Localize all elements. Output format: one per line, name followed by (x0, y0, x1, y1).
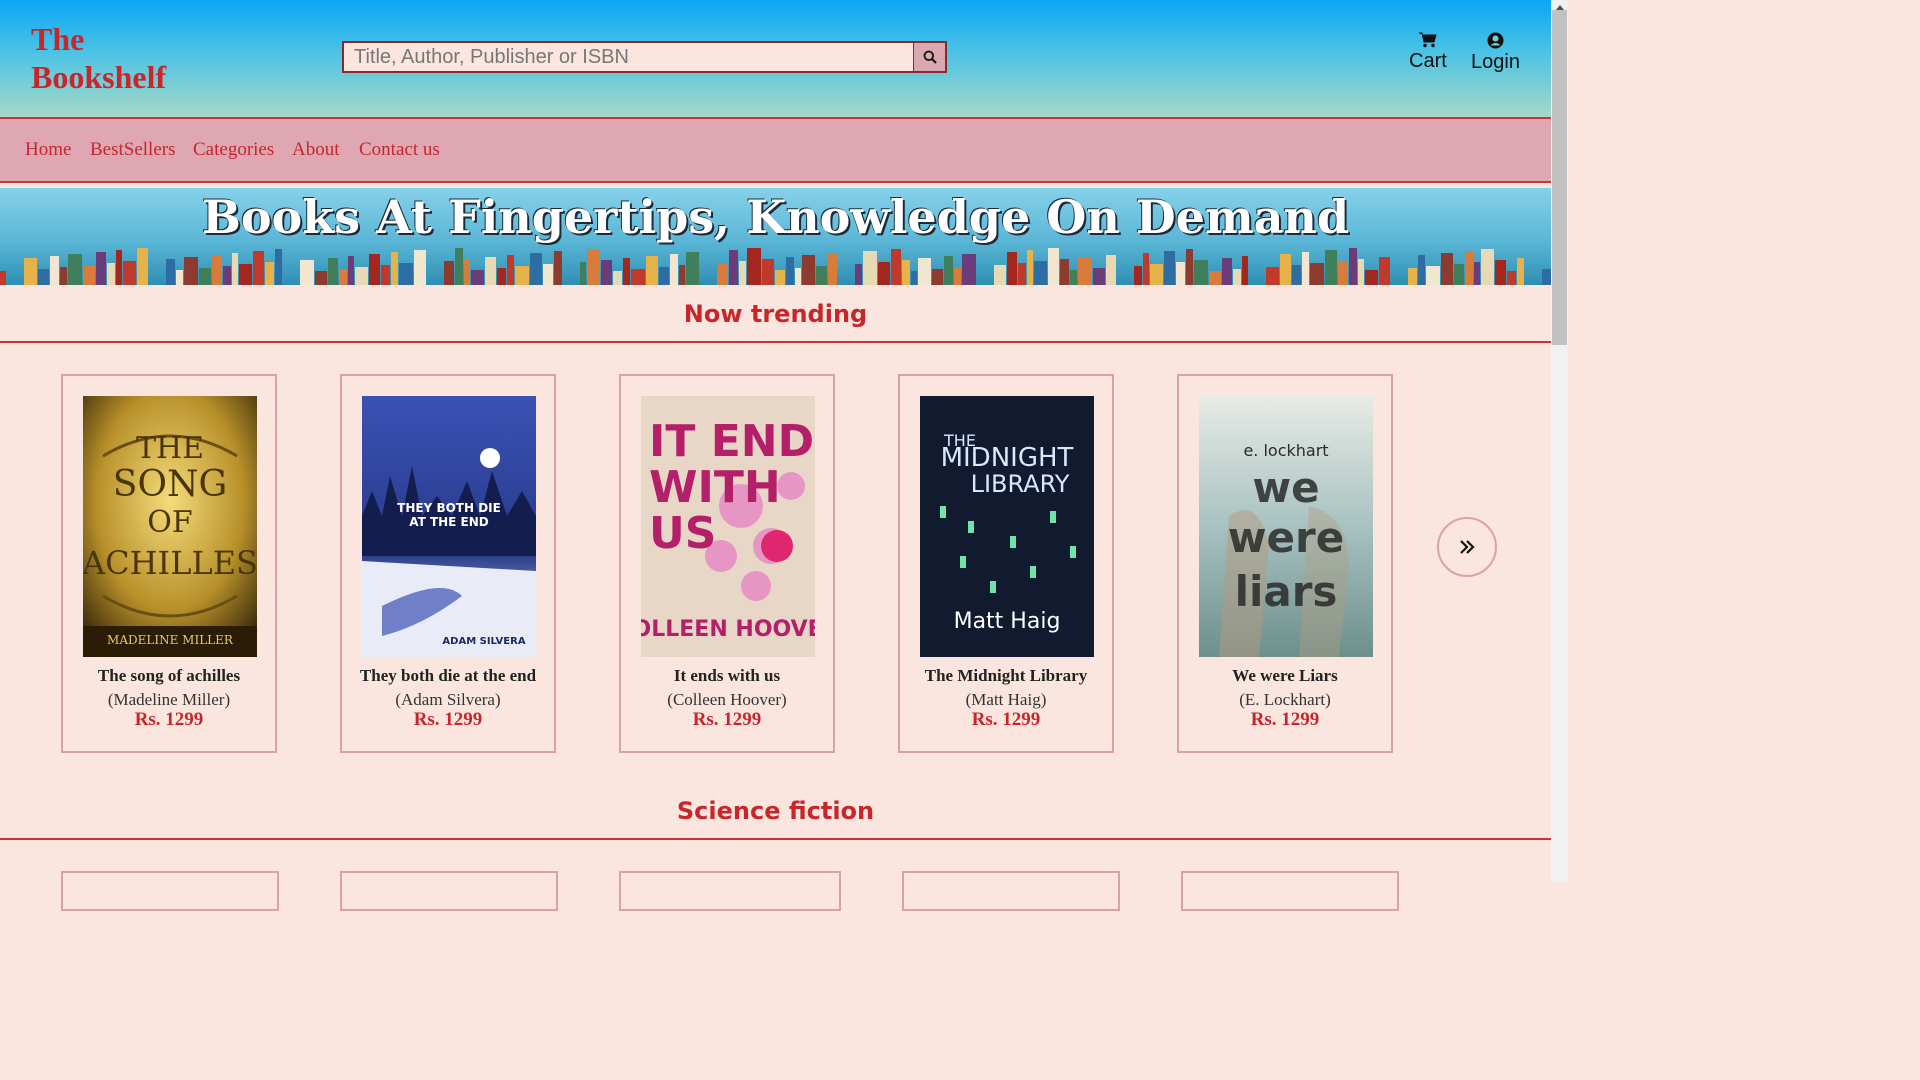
section-divider (0, 838, 1551, 840)
search-input[interactable] (344, 43, 916, 71)
section-divider (0, 341, 1551, 343)
book-author: (Colleen Hoover) (667, 690, 787, 709)
section-title-trending: Now trending (683, 300, 868, 328)
svg-text:IT ENDS: IT ENDS (649, 416, 815, 467)
cover-text: THE (136, 431, 204, 466)
svg-text:THEY BOTH DIE: THEY BOTH DIE (397, 501, 501, 515)
book-price: Rs. 1299 (413, 709, 483, 730)
book-card[interactable]: IT ENDS WITH US COLLEEN HOOVER It ends w… (619, 374, 835, 753)
carousel-next-button[interactable] (1437, 517, 1497, 577)
svg-text:MADELINE MILLER: MADELINE MILLER (107, 633, 234, 647)
banner-title: Books At Fingertips, Knowledge On Demand (201, 190, 1350, 244)
svg-text:OF: OF (147, 505, 192, 540)
book-price: Rs. 1299 (971, 709, 1041, 730)
book-price: Rs. 1299 (134, 709, 204, 730)
double-chevron-right-icon (1460, 540, 1475, 554)
search-icon (923, 50, 937, 64)
book-card[interactable]: THE MIDNIGHT LIBRARY Matt Haig The Midni… (898, 374, 1114, 753)
scrollbar-thumb[interactable] (1552, 10, 1567, 345)
nav-item-home[interactable]: Home (25, 139, 71, 161)
book-author: (Matt Haig) (965, 690, 1047, 709)
user-icon (1487, 32, 1504, 49)
book-author: (E. Lockhart) (1239, 690, 1331, 709)
svg-text:ACHILLES: ACHILLES (83, 544, 257, 582)
book-title[interactable]: We were Liars (1179, 666, 1391, 686)
book-card[interactable]: e. lockhart we were liars We were Liars … (1177, 374, 1393, 753)
book-card[interactable] (619, 871, 841, 911)
book-cover[interactable]: THE SONG OF ACHILLES MADELINE MILLER (83, 396, 257, 657)
svg-text:AT THE END: AT THE END (409, 515, 489, 529)
svg-text:LIBRARY: LIBRARY (971, 470, 1070, 498)
svg-text:MIDNIGHT: MIDNIGHT (941, 443, 1074, 473)
book-author: (Madeline Miller) (107, 690, 231, 709)
cart-icon (1418, 32, 1437, 48)
nav-item-bestsellers[interactable]: BestSellers (90, 139, 176, 161)
nav-item-about[interactable]: About (292, 139, 340, 161)
book-cover[interactable]: IT ENDS WITH US COLLEEN HOOVER (641, 396, 815, 657)
book-title[interactable]: It ends with us (621, 666, 833, 686)
book-card[interactable] (61, 871, 279, 911)
book-card[interactable]: THEY BOTH DIE AT THE END ADAM SILVERA Th… (340, 374, 556, 753)
section-title-scifi: Science fiction (676, 797, 875, 825)
logo-line-1: The (31, 21, 85, 57)
book-card[interactable] (340, 871, 558, 911)
book-cover[interactable]: THE MIDNIGHT LIBRARY Matt Haig (920, 396, 1094, 657)
login-label: Login (1471, 51, 1520, 73)
hero-banner: Books At Fingertips, Knowledge On Demand (0, 188, 1551, 285)
book-cover[interactable]: e. lockhart we were liars (1199, 396, 1373, 657)
nav-item-categories[interactable]: Categories (193, 139, 274, 161)
search-bar (342, 41, 947, 73)
svg-text:COLLEEN HOOVER: COLLEEN HOOVER (641, 617, 815, 642)
svg-text:ADAM SILVERA: ADAM SILVERA (442, 636, 525, 647)
book-author: (Adam Silvera) (395, 690, 501, 709)
main-nav: Home BestSellers Categories About Contac… (0, 119, 1551, 183)
cart-label: Cart (1409, 50, 1447, 72)
book-title[interactable]: They both die at the end (342, 666, 554, 686)
search-button[interactable] (913, 43, 945, 71)
site-header: The Bookshelf Cart Login (0, 0, 1551, 119)
login-link[interactable]: Login (1471, 32, 1520, 74)
book-title[interactable]: The Midnight Library (900, 666, 1112, 686)
svg-text:SONG: SONG (113, 464, 227, 505)
book-card[interactable] (902, 871, 1120, 911)
svg-text:US: US (649, 508, 716, 559)
book-title[interactable]: The song of achilles (63, 666, 275, 686)
site-logo[interactable]: The Bookshelf (31, 20, 166, 96)
cart-link[interactable]: Cart (1409, 32, 1447, 73)
books-illustration (0, 248, 1551, 285)
nav-item-contact[interactable]: Contact us (359, 139, 440, 161)
svg-text:were: were (1228, 513, 1344, 562)
svg-text:we: we (1252, 463, 1319, 512)
book-card[interactable]: THE SONG OF ACHILLES MADELINE MILLER The… (61, 374, 277, 753)
book-price: Rs. 1299 (692, 709, 762, 730)
svg-text:e. lockhart: e. lockhart (1243, 441, 1328, 460)
book-price: Rs. 1299 (1250, 709, 1320, 730)
svg-text:Matt Haig: Matt Haig (954, 609, 1061, 634)
book-card[interactable] (1181, 871, 1399, 911)
svg-text:WITH: WITH (649, 462, 781, 513)
book-cover[interactable]: THEY BOTH DIE AT THE END ADAM SILVERA (362, 396, 536, 657)
logo-line-2: Bookshelf (31, 59, 167, 95)
svg-text:liars: liars (1235, 567, 1338, 616)
